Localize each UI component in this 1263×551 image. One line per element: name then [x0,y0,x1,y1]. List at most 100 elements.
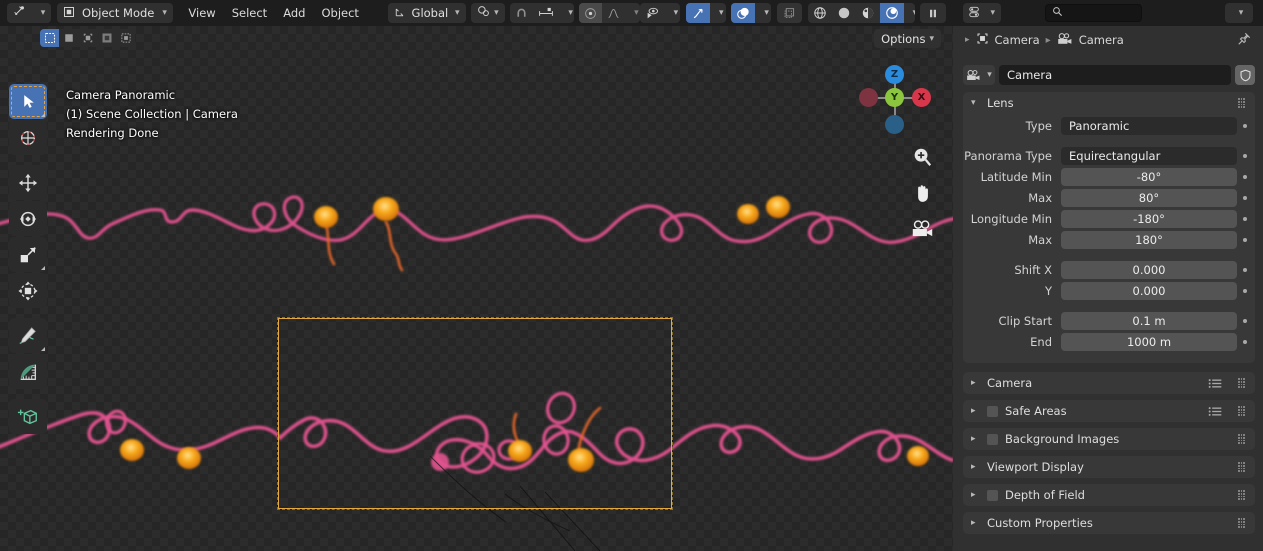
panel-lens-header[interactable]: ▾ Lens [963,92,1255,114]
panel-depth-of-field-header[interactable]: ▸ Depth of Field [963,484,1255,506]
camera-data-name-field[interactable]: Camera [999,65,1231,85]
panel-background-images-header[interactable]: ▸ Background Images [963,428,1255,450]
panel-camera-header[interactable]: ▸ Camera [963,372,1255,394]
animate-property-longitude-max[interactable] [1237,238,1253,242]
gizmo-axis-neg-z[interactable] [885,115,904,134]
panel-grip-icon[interactable] [1238,378,1247,388]
gizmo-axis-z[interactable]: Z [885,65,904,84]
properties-options-dropdown[interactable]: ▾ [1225,3,1253,23]
chevron-down-icon[interactable]: ▾ [625,3,639,23]
shading-modes-group[interactable]: ▾ [807,3,915,23]
transform-orientation-selector[interactable]: Global ▾ [387,3,466,23]
panel-grip-icon[interactable] [1238,406,1247,416]
visibility-group[interactable]: ▾ [639,3,681,23]
mode-selector[interactable]: Object Mode ▾ [56,3,173,23]
camera-data-browse-button[interactable]: ▾ [963,65,995,85]
menu-object[interactable]: Object [313,0,366,26]
3d-viewport[interactable]: Options ▾ Camera Panoramic (1) Scene Col… [0,26,953,551]
lens-dropdown-type[interactable]: Panoramic [1061,117,1237,135]
panel-depth-of-field[interactable]: ▸ Depth of Field [963,484,1255,506]
pivot-point-selector[interactable]: ▾ [471,3,505,23]
annotate-tool[interactable] [9,318,47,353]
panel-custom-properties-header[interactable]: ▸ Custom Properties [963,512,1255,534]
lens-field-shift-y[interactable]: 0.000 [1061,282,1237,300]
animate-property-clip-end[interactable] [1237,340,1253,344]
lens-field-longitude-min[interactable]: -180° [1061,210,1237,228]
proportional-edit-group[interactable]: ▾ [579,3,640,23]
panel-grip-icon[interactable] [1238,462,1247,472]
camera-view-icon[interactable] [909,216,935,242]
breadcrumb-expand-icon[interactable]: ▸ [965,35,970,45]
safe-areas-checkbox[interactable] [987,405,998,417]
select-circle-icon[interactable] [59,29,78,47]
background-images-checkbox[interactable] [987,433,998,445]
select-lasso-icon[interactable] [78,29,97,47]
breadcrumb-item-camera-data[interactable]: Camera [1079,33,1124,47]
properties-editor-type-selector[interactable]: ▾ [963,3,1001,23]
lens-field-latitude-min[interactable]: -80° [1061,168,1237,186]
snapping-group[interactable]: ▾ [510,3,574,23]
overlays-icon[interactable] [731,3,756,23]
lens-field-clip-end[interactable]: 1000 m [1061,333,1237,351]
xray-toggle-icon[interactable] [776,3,802,23]
menu-add[interactable]: Add [275,0,313,26]
search-input[interactable] [1045,4,1142,22]
viewport-nav-buttons[interactable] [909,144,935,242]
panel-camera[interactable]: ▸ Camera [963,372,1255,394]
panel-viewport-display[interactable]: ▸ Viewport Display [963,456,1255,478]
chevron-down-icon[interactable]: ▾ [904,3,915,23]
transform-tool[interactable] [9,273,47,308]
chevron-down-icon[interactable]: ▾ [559,3,573,23]
rotate-tool[interactable] [9,201,47,236]
panel-grip-icon[interactable] [1238,490,1247,500]
visibility-eye-icon[interactable] [640,3,665,23]
panel-grip-icon[interactable] [1238,518,1247,528]
panel-background-images[interactable]: ▸ Background Images [963,428,1255,450]
add-cube-tool[interactable] [9,399,47,434]
falloff-curve-icon[interactable] [602,3,625,23]
menu-select[interactable]: Select [224,0,275,26]
depth-of-field-checkbox[interactable] [987,489,998,501]
animate-property-clip-start[interactable] [1237,319,1253,323]
pause-icon[interactable] [920,3,946,23]
chevron-down-icon[interactable]: ▾ [755,3,771,23]
chevron-down-icon[interactable]: ▾ [665,3,681,23]
animate-property-latitude-min[interactable] [1237,175,1253,179]
select-extend-icon[interactable] [116,29,135,47]
breadcrumb-item-object[interactable]: Camera [995,33,1040,47]
animate-property-type[interactable] [1237,124,1253,128]
material-preview-icon[interactable] [856,3,880,23]
select-box-icon[interactable] [40,29,59,47]
panel-grip-icon[interactable] [1238,434,1247,444]
scale-tool[interactable] [9,237,47,272]
proportional-edit-icon[interactable] [579,3,603,23]
panel-viewport-display-header[interactable]: ▸ Viewport Display [963,456,1255,478]
animate-property-panorama-type[interactable] [1237,154,1253,158]
gizmo-axis-y[interactable]: Y [885,88,904,107]
animate-property-longitude-min[interactable] [1237,217,1253,221]
lens-dropdown-panorama-type[interactable]: Equirectangular [1061,147,1237,165]
viewport-toolbar[interactable] [9,84,47,434]
viewport-options-button[interactable]: Options ▾ [874,29,941,48]
gizmo-axis-x[interactable]: X [912,88,931,107]
tweak-tool[interactable] [9,84,47,119]
panel-safe-areas[interactable]: ▸ Safe Areas [963,400,1255,422]
gizmo-icon[interactable] [685,3,710,23]
zoom-icon[interactable] [909,144,935,170]
gizmo-group[interactable]: ▾ [685,3,726,23]
select-tweak-icon[interactable] [97,29,116,47]
animate-property-latitude-max[interactable] [1237,196,1253,200]
panel-grip-icon[interactable] [1238,98,1247,108]
presets-list-icon[interactable] [1208,406,1223,417]
lens-field-shift-x[interactable]: 0.000 [1061,261,1237,279]
solid-icon[interactable] [832,3,856,23]
move-tool[interactable] [9,165,47,200]
panel-safe-areas-header[interactable]: ▸ Safe Areas [963,400,1255,422]
menu-view[interactable]: View [180,0,223,26]
lens-field-clip-start[interactable]: 0.1 m [1061,312,1237,330]
pan-hand-icon[interactable] [909,180,935,206]
chevron-down-icon[interactable]: ▾ [710,3,726,23]
select-mode-group[interactable] [40,29,135,47]
snap-magnet-icon[interactable] [510,3,533,23]
wireframe-icon[interactable] [808,3,832,23]
